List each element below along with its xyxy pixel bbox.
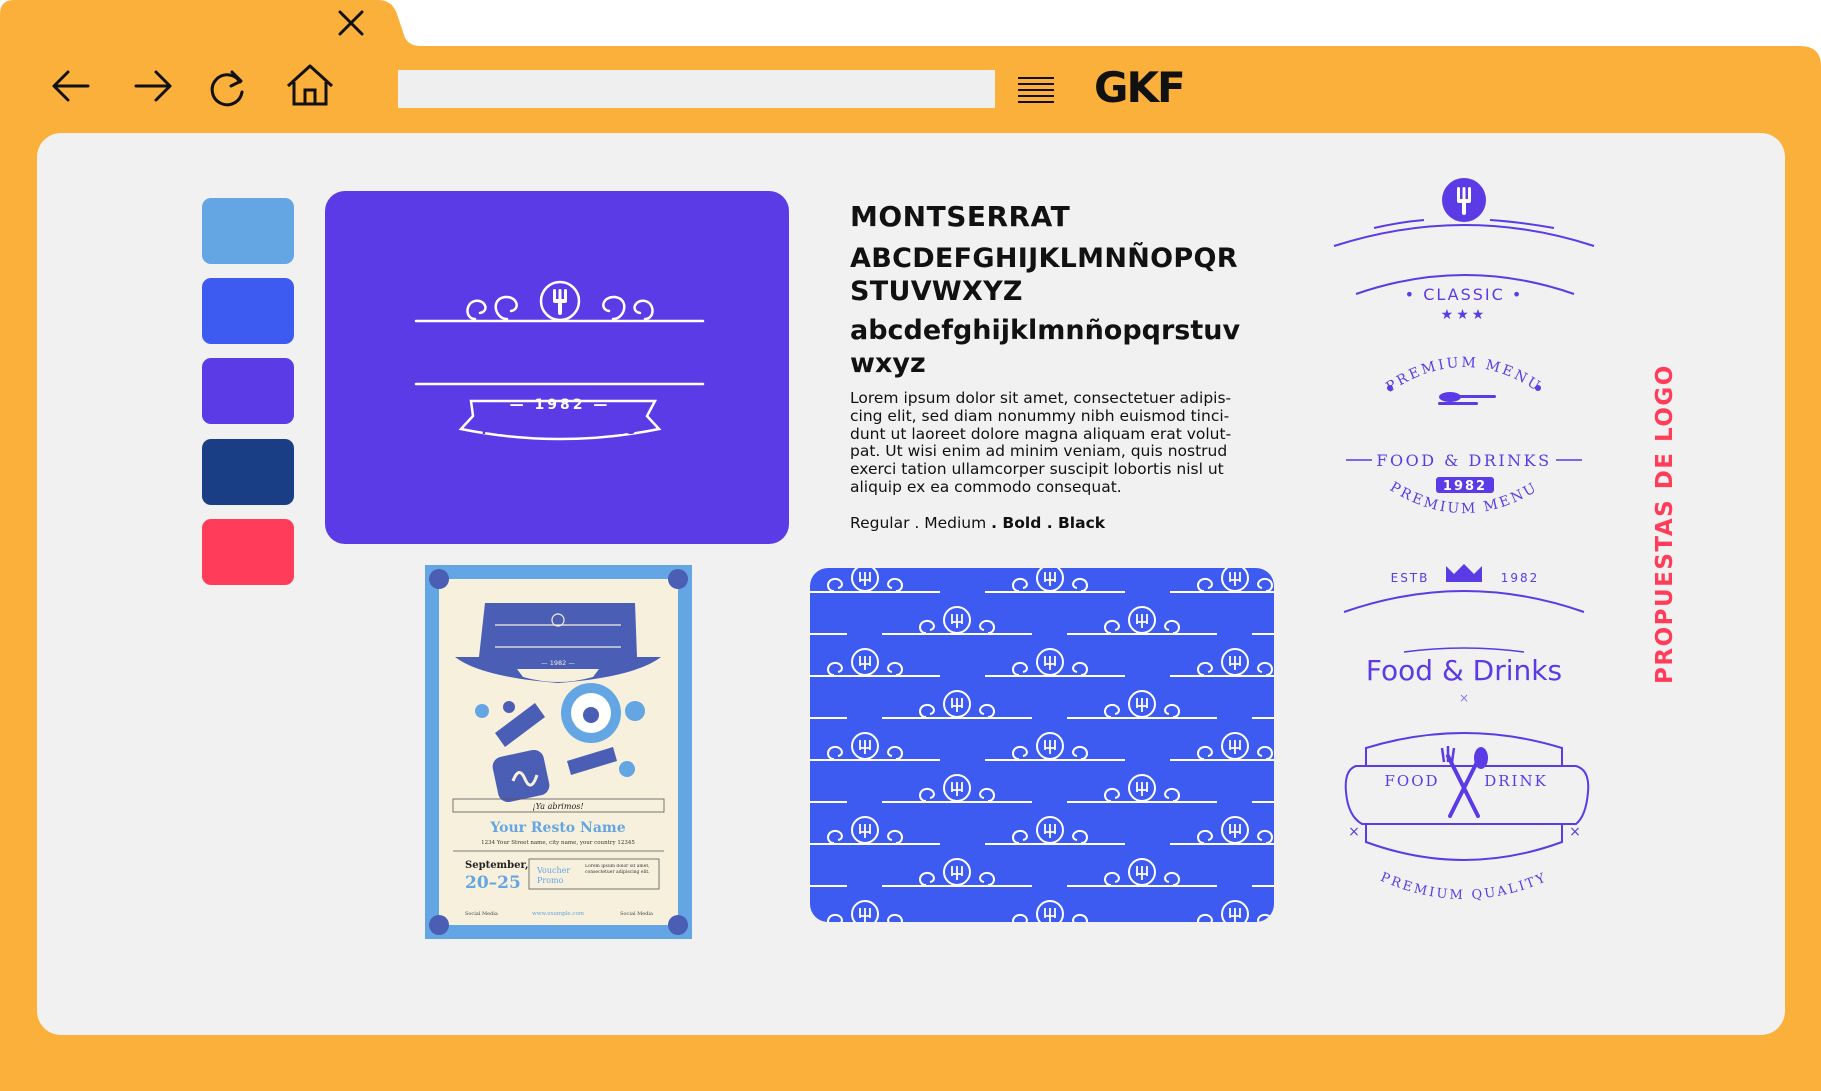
menu-icon — [1018, 77, 1054, 103]
reload-icon — [210, 70, 244, 107]
flyer-address: 1234 Your Street name, city name, your c… — [481, 840, 635, 846]
logo-food-and-drinks: Food & Drinks — [1366, 654, 1562, 687]
back-button[interactable] — [44, 60, 100, 116]
weight-medium: Medium — [924, 514, 992, 532]
flyer-voucher-text: Lorem ipsum dolor sit amet, consectetuer… — [585, 864, 650, 875]
flyer-website: www.example.com — [532, 911, 585, 917]
flyer-social-right: Social Media — [620, 911, 653, 917]
flyer-social-left: Social Media — [465, 911, 498, 917]
badge-food: FOOD — [1384, 772, 1439, 790]
flyer-resto-name: Your Resto Name — [489, 820, 625, 836]
badge-x-right: × — [1569, 824, 1581, 840]
font-weights: Regular . Medium . Bold . Black — [850, 514, 1105, 532]
forward-arrow-icon — [134, 70, 172, 102]
address-bar[interactable] — [398, 70, 995, 108]
badge-premium-quality: PREMIUM QUALITY — [1378, 870, 1550, 903]
logo-premium-menu: PREMIUM MENU — [1383, 355, 1544, 396]
crossed-utensils-icon — [1440, 746, 1488, 818]
swatch-red[interactable] — [202, 519, 294, 585]
flyer-voucher: Voucher — [536, 866, 570, 875]
logo-estb: ESTB — [1391, 571, 1430, 585]
logo-proposals: • CLASSIC • ★★★ PREMIUM MENU FOOD & DRIN… — [1320, 170, 1660, 920]
logo-year-badge: 1982 — [1443, 479, 1487, 494]
flyer-month: September, — [465, 860, 529, 871]
swatch-navy[interactable] — [202, 439, 294, 505]
menu-button[interactable] — [1012, 64, 1060, 112]
vertical-label-text: PROPUESTAS DE LOGO — [1652, 364, 1678, 684]
reload-button[interactable] — [200, 60, 256, 116]
logo-estb-year: 1982 — [1501, 571, 1540, 585]
brand-logo: GKF — [1094, 63, 1186, 112]
home-icon — [286, 64, 334, 106]
badge-x-left: × — [1348, 824, 1360, 840]
main-logo-card: — 1982 — FOOD & DRINKS — [325, 191, 789, 544]
crown-icon — [1446, 564, 1482, 582]
weight-bold: . Bold — [991, 514, 1042, 532]
back-arrow-icon — [52, 70, 90, 102]
home-button[interactable] — [282, 58, 338, 114]
flyer-mockup: — 1982 — ¡Ya abrimos! Your Resto Name 12… — [425, 565, 692, 939]
flyer-year: — 1982 — — [541, 659, 575, 667]
pattern-swatch — [810, 568, 1274, 922]
logo-cross: × — [1459, 691, 1469, 705]
flyer-dates: 20–25 — [465, 873, 521, 893]
fork-icon — [553, 289, 567, 315]
swatch-blue[interactable] — [202, 278, 294, 344]
font-name: MONTSERRAT — [850, 200, 1071, 233]
logo-year: — 1982 — — [510, 397, 611, 413]
lowercase-sample: abcdefghijklmnñopqrstuv wxyz — [850, 315, 1241, 379]
main-logo: — 1982 — FOOD & DRINKS — [414, 280, 705, 441]
logo-ribbon-text: FOOD & DRINKS — [481, 423, 638, 438]
logo-food-drinks-serif: FOOD & DRINKS — [1376, 451, 1551, 470]
forward-button[interactable] — [126, 60, 182, 116]
weight-regular: Regular . — [850, 514, 925, 532]
swatch-purple[interactable] — [202, 358, 294, 424]
uppercase-sample: ABCDEFGHIJKLMNÑOPQR STUVWXYZ — [850, 243, 1238, 307]
logo-stars: ★★★ — [1441, 307, 1488, 323]
badge-drink: DRINK — [1484, 772, 1548, 790]
logo-classic: • CLASSIC • — [1405, 285, 1524, 304]
swatch-light-blue[interactable] — [202, 198, 294, 264]
flyer-open: ¡Ya abrimos! — [532, 802, 583, 811]
body-sample: Lorem ipsum dolor sit amet, consectetuer… — [850, 389, 1232, 496]
cutlery-icon — [1438, 392, 1496, 405]
close-icon[interactable] — [334, 6, 368, 40]
weight-black: . Black — [1041, 514, 1106, 532]
flyer-promo: Promo — [537, 876, 564, 885]
